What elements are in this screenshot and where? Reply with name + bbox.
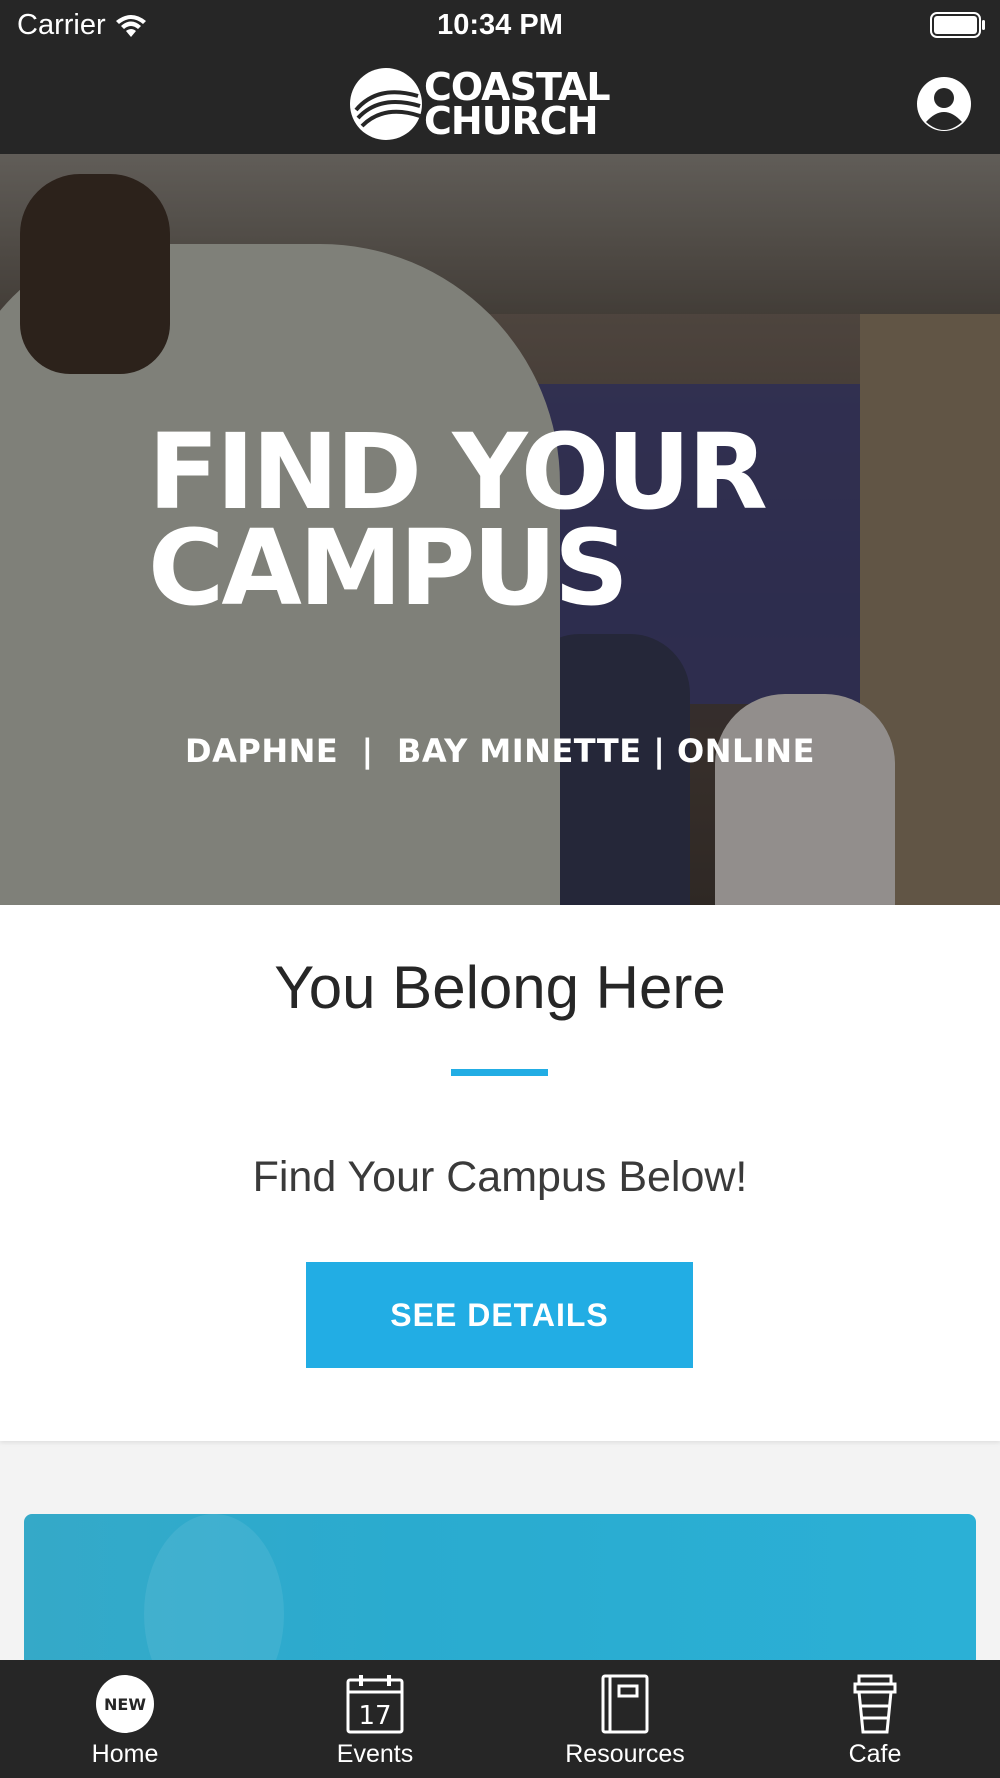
new-badge-text: NEW [104, 1695, 146, 1714]
section-text: Find Your Campus Below! [252, 1153, 748, 1201]
tab-home[interactable]: NEW Home [0, 1660, 250, 1778]
new-badge-icon: NEW [96, 1675, 154, 1733]
book-icon [601, 1674, 649, 1734]
coffee-cup-icon [853, 1674, 897, 1734]
logo-text-line2: CHURCH [424, 99, 598, 143]
tab-resources[interactable]: Resources [500, 1660, 750, 1778]
tab-events[interactable]: 17 Events [250, 1660, 500, 1778]
tab-bar: NEW Home 17 Events Resources Cafe [0, 1660, 1000, 1778]
accent-divider [451, 1069, 548, 1076]
hero-subtitle: DAPHNE | BAY MINETTE | ONLINE [185, 732, 815, 770]
nav-bar: COASTAL CHURCH [0, 50, 1000, 154]
section-title: You Belong Here [274, 954, 726, 1021]
status-time: 10:34 PM [437, 9, 563, 41]
hero-banner[interactable]: FIND YOUR CAMPUS DAPHNE | BAY MINETTE | … [0, 154, 1000, 905]
hero-title-line2: CAMPUS [148, 507, 629, 629]
see-details-button[interactable]: SEE DETAILS [306, 1262, 693, 1368]
wave-logo-icon [350, 68, 422, 140]
logo-text: COASTAL CHURCH [424, 68, 611, 143]
coastal-church-logo[interactable]: COASTAL CHURCH [348, 64, 658, 144]
tab-label: Cafe [848, 1740, 902, 1768]
tab-cafe[interactable]: Cafe [750, 1660, 1000, 1778]
intro-section: You Belong Here Find Your Campus Below! … [0, 905, 1000, 1441]
calendar-icon: 17 [346, 1675, 404, 1734]
profile-icon[interactable] [916, 76, 972, 132]
status-bar: Carrier 10:34 PM [0, 0, 1000, 50]
hero-title: FIND YOUR CAMPUS [148, 411, 768, 629]
tab-label: Resources [565, 1740, 685, 1768]
hero-title-line1: FIND YOUR [148, 411, 768, 533]
tab-label: Home [91, 1740, 159, 1768]
tab-label: Events [336, 1740, 414, 1768]
calendar-day: 17 [358, 1701, 391, 1731]
battery-icon [930, 12, 985, 38]
